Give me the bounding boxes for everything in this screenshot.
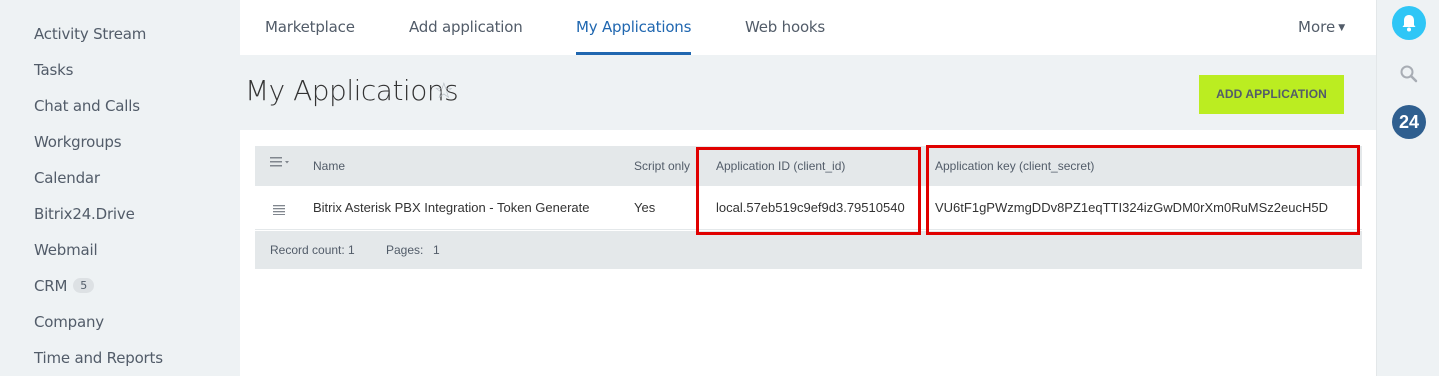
- grid-settings-icon[interactable]: [270, 156, 292, 174]
- column-header-client-secret[interactable]: Application key (client_secret): [935, 159, 1094, 173]
- cell-app-name: Bitrix Asterisk PBX Integration - Token …: [313, 200, 590, 215]
- active-tab-underline: [576, 52, 691, 55]
- crm-count-badge: 5: [73, 278, 95, 293]
- sidebar-item-activity-stream[interactable]: Activity Stream: [34, 25, 146, 43]
- star-icon[interactable]: ☆: [434, 78, 454, 104]
- tab-web-hooks[interactable]: Web hooks: [745, 18, 825, 36]
- sidebar-item-drive[interactable]: Bitrix24.Drive: [34, 205, 135, 223]
- sidebar-item-crm[interactable]: CRM 5: [34, 277, 95, 295]
- content-panel: Name Script only Application ID (client_…: [240, 130, 1376, 376]
- search-icon[interactable]: [1399, 64, 1419, 89]
- column-header-name[interactable]: Name: [313, 159, 345, 173]
- bell-icon[interactable]: [1392, 6, 1426, 40]
- bitrix24-logo[interactable]: 24: [1392, 105, 1426, 139]
- page-title: My Applications: [245, 74, 459, 107]
- sidebar-item-webmail[interactable]: Webmail: [34, 241, 98, 259]
- add-application-button[interactable]: ADD APPLICATION: [1199, 75, 1344, 114]
- tab-marketplace[interactable]: Marketplace: [265, 18, 355, 36]
- sidebar-item-chat-and-calls[interactable]: Chat and Calls: [34, 97, 140, 115]
- page-number[interactable]: 1: [433, 243, 440, 257]
- row-actions-icon[interactable]: [273, 202, 285, 220]
- left-sidebar: Activity Stream Tasks Chat and Calls Wor…: [0, 0, 240, 376]
- grid-header: Name Script only Application ID (client_…: [255, 146, 1362, 186]
- cell-client-secret: VU6tF1gPWzmgDDv8PZ1eqTTI324izGwDM0rXm0Ru…: [935, 200, 1329, 215]
- cell-client-id: local.57eb519c9ef9d3.79510540: [716, 200, 905, 215]
- column-header-script-only[interactable]: Script only: [634, 159, 690, 173]
- cell-script-only: Yes: [634, 200, 656, 215]
- sidebar-item-crm-label: CRM: [34, 277, 68, 295]
- sidebar-item-company[interactable]: Company: [34, 313, 104, 331]
- column-header-client-id[interactable]: Application ID (client_id): [716, 159, 845, 173]
- sidebar-item-calendar[interactable]: Calendar: [34, 169, 100, 187]
- record-count: Record count: 1: [270, 243, 355, 257]
- more-menu[interactable]: More ▼: [1298, 18, 1345, 36]
- tab-add-application[interactable]: Add application: [409, 18, 523, 36]
- sidebar-item-workgroups[interactable]: Workgroups: [34, 133, 122, 151]
- tab-my-applications[interactable]: My Applications: [576, 18, 691, 36]
- table-row[interactable]: Bitrix Asterisk PBX Integration - Token …: [255, 186, 1362, 230]
- more-label: More: [1298, 18, 1336, 36]
- grid-footer: Record count: 1 Pages: 1: [255, 231, 1362, 269]
- caret-down-icon: ▼: [1338, 23, 1346, 33]
- right-panel: 24: [1376, 0, 1439, 376]
- sidebar-item-tasks[interactable]: Tasks: [34, 61, 73, 79]
- top-nav: Marketplace Add application My Applicati…: [240, 0, 1376, 55]
- sidebar-item-time-and-reports[interactable]: Time and Reports: [34, 349, 163, 367]
- pages-label: Pages:: [386, 243, 424, 257]
